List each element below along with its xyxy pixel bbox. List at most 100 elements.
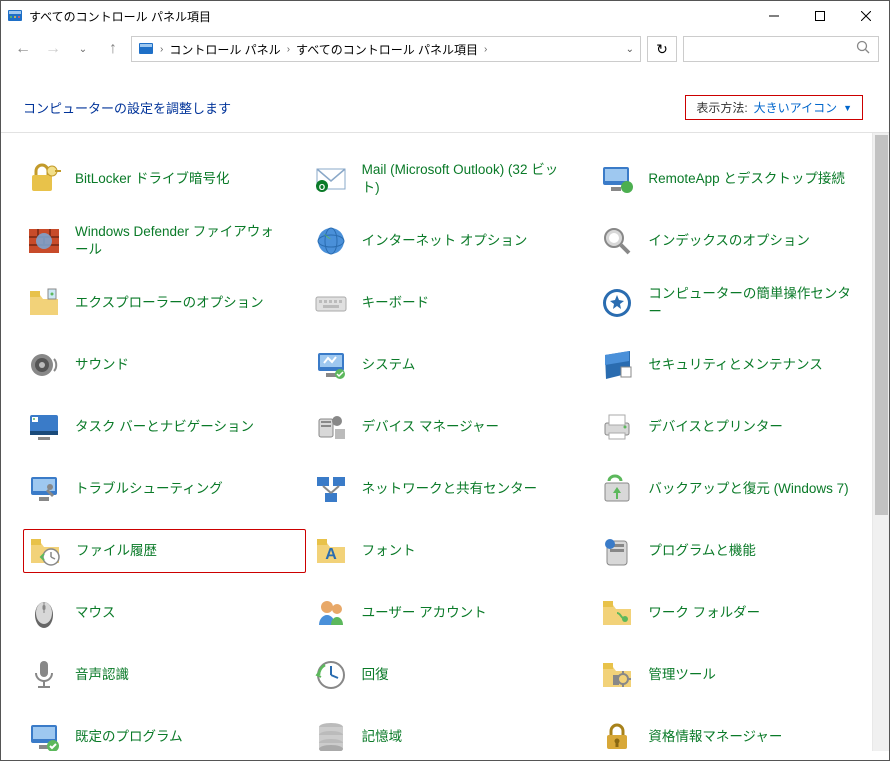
- item-label: 既定のプログラム: [75, 728, 183, 746]
- control-panel-item[interactable]: 回復: [310, 653, 593, 697]
- item-label: 記憶域: [362, 728, 403, 746]
- item-label: Mail (Microsoft Outlook) (32 ビット): [362, 161, 572, 197]
- item-label: 資格情報マネージャー: [648, 728, 782, 746]
- control-panel-item[interactable]: 資格情報マネージャー: [596, 715, 879, 751]
- control-panel-item[interactable]: ネットワークと共有センター: [310, 467, 593, 511]
- item-label: デバイス マネージャー: [362, 418, 499, 436]
- breadcrumb-part-2[interactable]: すべてのコントロール パネル項目: [296, 41, 478, 58]
- credentials-icon: [598, 718, 636, 751]
- item-label: ユーザー アカウント: [362, 604, 487, 622]
- control-panel-item[interactable]: バックアップと復元 (Windows 7): [596, 467, 879, 511]
- refresh-button[interactable]: ↻: [647, 36, 677, 62]
- item-label: BitLocker ドライブ暗号化: [75, 170, 230, 188]
- control-panel-item[interactable]: キーボード: [310, 281, 593, 325]
- control-panel-item[interactable]: BitLocker ドライブ暗号化: [23, 157, 306, 201]
- item-label: RemoteApp とデスクトップ接続: [648, 170, 845, 188]
- view-mode-value: 大きいアイコン: [754, 99, 837, 116]
- item-label: 回復: [362, 666, 389, 684]
- control-panel-item[interactable]: ワーク フォルダー: [596, 591, 879, 635]
- window-title: すべてのコントロール パネル項目: [29, 8, 751, 25]
- admin-tools-icon: [598, 656, 636, 694]
- back-button[interactable]: ←: [11, 37, 35, 61]
- mouse-icon: [25, 594, 63, 632]
- control-panel-item[interactable]: トラブルシューティング: [23, 467, 306, 511]
- item-label: エクスプローラーのオプション: [75, 294, 264, 312]
- device-manager-icon: [312, 408, 350, 446]
- svg-text:A: A: [325, 546, 337, 563]
- keyboard-icon: [312, 284, 350, 322]
- font-icon: A: [312, 532, 350, 570]
- control-panel-item[interactable]: エクスプローラーのオプション: [23, 281, 306, 325]
- control-panel-item[interactable]: デバイスとプリンター: [596, 405, 879, 449]
- control-panel-item[interactable]: Windows Defender ファイアウォール: [23, 219, 306, 263]
- control-panel-item[interactable]: サウンド: [23, 343, 306, 387]
- breadcrumb-part-1[interactable]: コントロール パネル: [169, 41, 280, 58]
- search-input[interactable]: [683, 36, 879, 62]
- control-panel-item[interactable]: コンピューターの簡単操作センター: [596, 281, 879, 325]
- item-label: インデックスのオプション: [648, 232, 810, 250]
- control-panel-item[interactable]: O Mail (Microsoft Outlook) (32 ビット): [310, 157, 593, 201]
- item-label: 管理ツール: [648, 666, 716, 684]
- system-icon: [312, 346, 350, 384]
- control-panel-item[interactable]: A フォント: [310, 529, 593, 573]
- item-label: コンピューターの簡単操作センター: [648, 285, 858, 321]
- default-programs-icon: [25, 718, 63, 751]
- titlebar: すべてのコントロール パネル項目: [1, 1, 889, 31]
- item-label: サウンド: [75, 356, 129, 374]
- recovery-icon: [312, 656, 350, 694]
- forward-button[interactable]: →: [41, 37, 65, 61]
- control-panel-item[interactable]: RemoteApp とデスクトップ接続: [596, 157, 879, 201]
- ease-of-access-icon: [598, 284, 636, 322]
- svg-text:O: O: [319, 183, 325, 192]
- control-panel-item[interactable]: マウス: [23, 591, 306, 635]
- maximize-button[interactable]: [797, 1, 843, 31]
- address-bar[interactable]: › コントロール パネル › すべてのコントロール パネル項目 › ⌄: [131, 36, 641, 62]
- troubleshoot-icon: [25, 470, 63, 508]
- backup-icon: [598, 470, 636, 508]
- control-panel-item[interactable]: 記憶域: [310, 715, 593, 751]
- explorer-options-icon: [25, 284, 63, 322]
- item-label: キーボード: [362, 294, 430, 312]
- close-button[interactable]: [843, 1, 889, 31]
- control-panel-item[interactable]: セキュリティとメンテナンス: [596, 343, 879, 387]
- item-label: プログラムと機能: [648, 542, 756, 560]
- chevron-right-icon: ›: [160, 44, 163, 55]
- mail-icon: O: [312, 160, 350, 198]
- taskbar-icon: [25, 408, 63, 446]
- control-panel-item[interactable]: 音声認識: [23, 653, 306, 697]
- speech-icon: [25, 656, 63, 694]
- control-panel-item[interactable]: インデックスのオプション: [596, 219, 879, 263]
- view-mode-label: 表示方法:: [696, 99, 747, 116]
- control-panel-item[interactable]: システム: [310, 343, 593, 387]
- items-grid: BitLocker ドライブ暗号化 O Mail (Microsoft Outloo…: [1, 133, 889, 751]
- chevron-down-icon: ▼: [843, 103, 852, 113]
- item-label: システム: [362, 356, 416, 374]
- window-icon: [7, 8, 23, 24]
- scrollbar-thumb[interactable]: [875, 135, 888, 515]
- minimize-button[interactable]: [751, 1, 797, 31]
- up-button[interactable]: ↑: [101, 37, 125, 61]
- scrollbar[interactable]: [872, 133, 889, 751]
- devices-printers-icon: [598, 408, 636, 446]
- control-panel-item[interactable]: ユーザー アカウント: [310, 591, 593, 635]
- control-panel-item[interactable]: インターネット オプション: [310, 219, 593, 263]
- work-folders-icon: [598, 594, 636, 632]
- page-title: コンピューターの設定を調整します: [23, 98, 231, 117]
- chevron-right-icon: ›: [484, 44, 487, 55]
- control-panel-item[interactable]: 管理ツール: [596, 653, 879, 697]
- control-panel-item[interactable]: タスク バーとナビゲーション: [23, 405, 306, 449]
- control-panel-item[interactable]: 既定のプログラム: [23, 715, 306, 751]
- window-controls: [751, 1, 889, 31]
- item-label: タスク バーとナビゲーション: [75, 418, 254, 436]
- chevron-down-icon[interactable]: ⌄: [626, 44, 634, 55]
- control-panel-item[interactable]: プログラムと機能: [596, 529, 879, 573]
- item-label: フォント: [362, 542, 416, 560]
- item-label: ファイル履歴: [76, 542, 157, 560]
- item-label: ワーク フォルダー: [648, 604, 760, 622]
- security-icon: [598, 346, 636, 384]
- firewall-icon: [25, 222, 63, 260]
- view-mode-selector[interactable]: 表示方法: 大きいアイコン ▼: [685, 95, 863, 120]
- control-panel-item[interactable]: デバイス マネージャー: [310, 405, 593, 449]
- control-panel-item[interactable]: ファイル履歴: [23, 529, 306, 573]
- recent-locations-button[interactable]: ⌄: [71, 37, 95, 61]
